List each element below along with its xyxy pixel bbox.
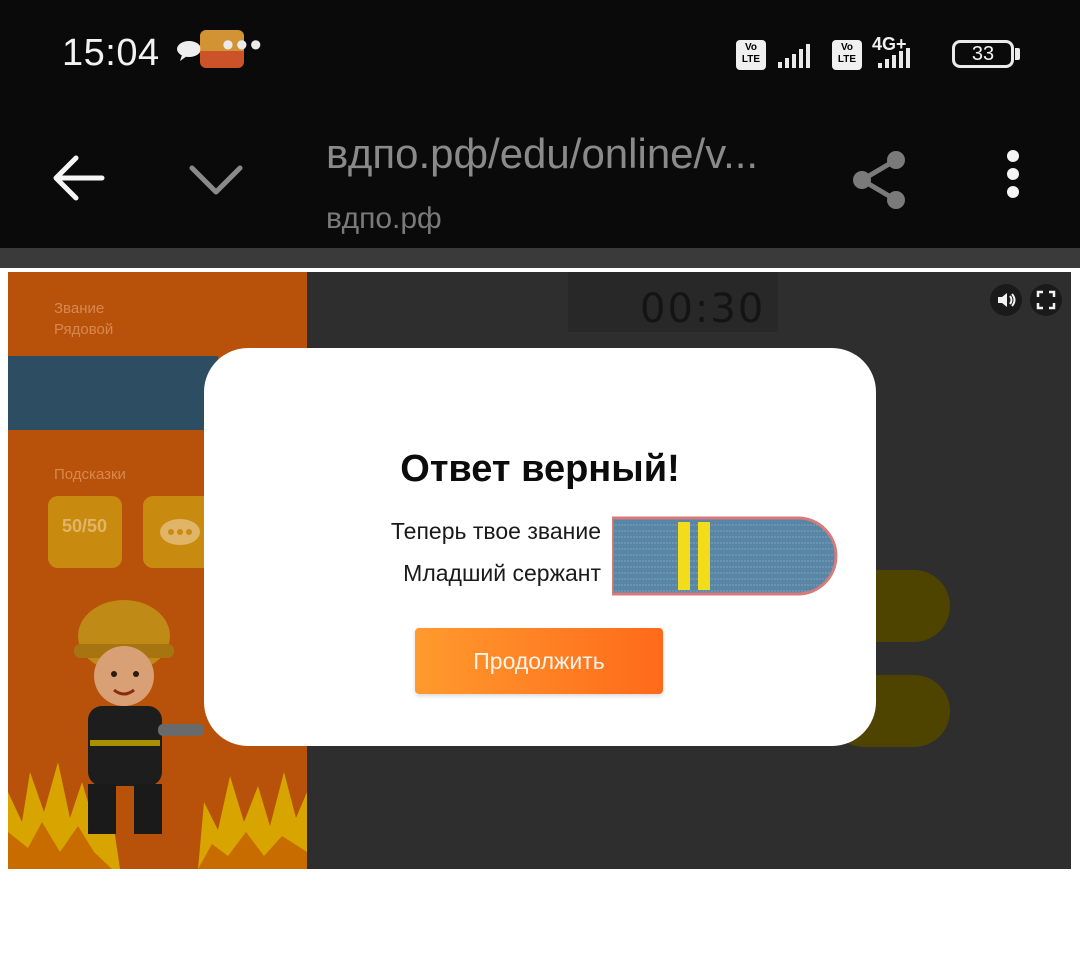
fullscreen-icon <box>1036 290 1056 310</box>
sidebar-rank-badge <box>8 356 218 430</box>
browser-toolbar: вдпо.рф/edu/online/v... вдпо.рф <box>0 108 1080 248</box>
status-clock: 15:04 <box>62 32 160 74</box>
fireman-illustration <box>74 600 204 834</box>
hint-fifty-label: 50/50 <box>62 516 108 536</box>
question-timer: 00:30 <box>640 286 766 332</box>
hint-fifty-fifty-button[interactable]: 50/50 <box>48 496 122 568</box>
sidebar-rank: Звание Рядовой <box>54 298 113 340</box>
domain-text: вдпо.рф <box>326 202 442 235</box>
sidebar-hints-heading: Подсказки <box>54 466 126 483</box>
volte-icon-2: Vo LTE <box>832 40 862 70</box>
battery-icon: 33 <box>952 40 1014 68</box>
result-modal: Ответ верный! Теперь твое звание Младший… <box>204 348 876 746</box>
chat-icon <box>177 41 201 61</box>
chevron-down-icon[interactable] <box>186 160 246 200</box>
signal-strength-icon-2 <box>878 48 910 68</box>
rank-epaulette-icon <box>612 516 838 596</box>
toolbar-divider <box>0 248 1080 268</box>
sound-button[interactable] <box>990 284 1022 316</box>
rank-line-2: Младший сержант <box>403 560 601 586</box>
sidebar-rank-heading: Звание <box>54 300 105 317</box>
chat-bubble-icon <box>160 519 200 545</box>
back-arrow-icon[interactable] <box>48 148 108 208</box>
fullscreen-button[interactable] <box>1030 284 1062 316</box>
status-bar: 15:04 ••• Vo LTE Vo LTE 4G+ 33 <box>0 0 1080 108</box>
more-vert-icon[interactable] <box>998 146 1028 210</box>
share-icon[interactable] <box>848 148 912 212</box>
url-text[interactable]: вдпо.рф/edu/online/v... <box>326 130 758 178</box>
signal-strength-icon <box>778 40 810 68</box>
sound-icon <box>998 293 1016 307</box>
sidebar-rank-value: Рядовой <box>54 321 114 338</box>
continue-button[interactable]: Продолжить <box>415 628 663 694</box>
modal-title: Ответ верный! <box>400 448 680 490</box>
more-notifications-icon: ••• <box>222 26 264 64</box>
volte-icon: Vo LTE <box>736 40 766 70</box>
rank-line-1: Теперь твое звание <box>390 518 601 544</box>
battery-tip <box>1015 48 1020 60</box>
